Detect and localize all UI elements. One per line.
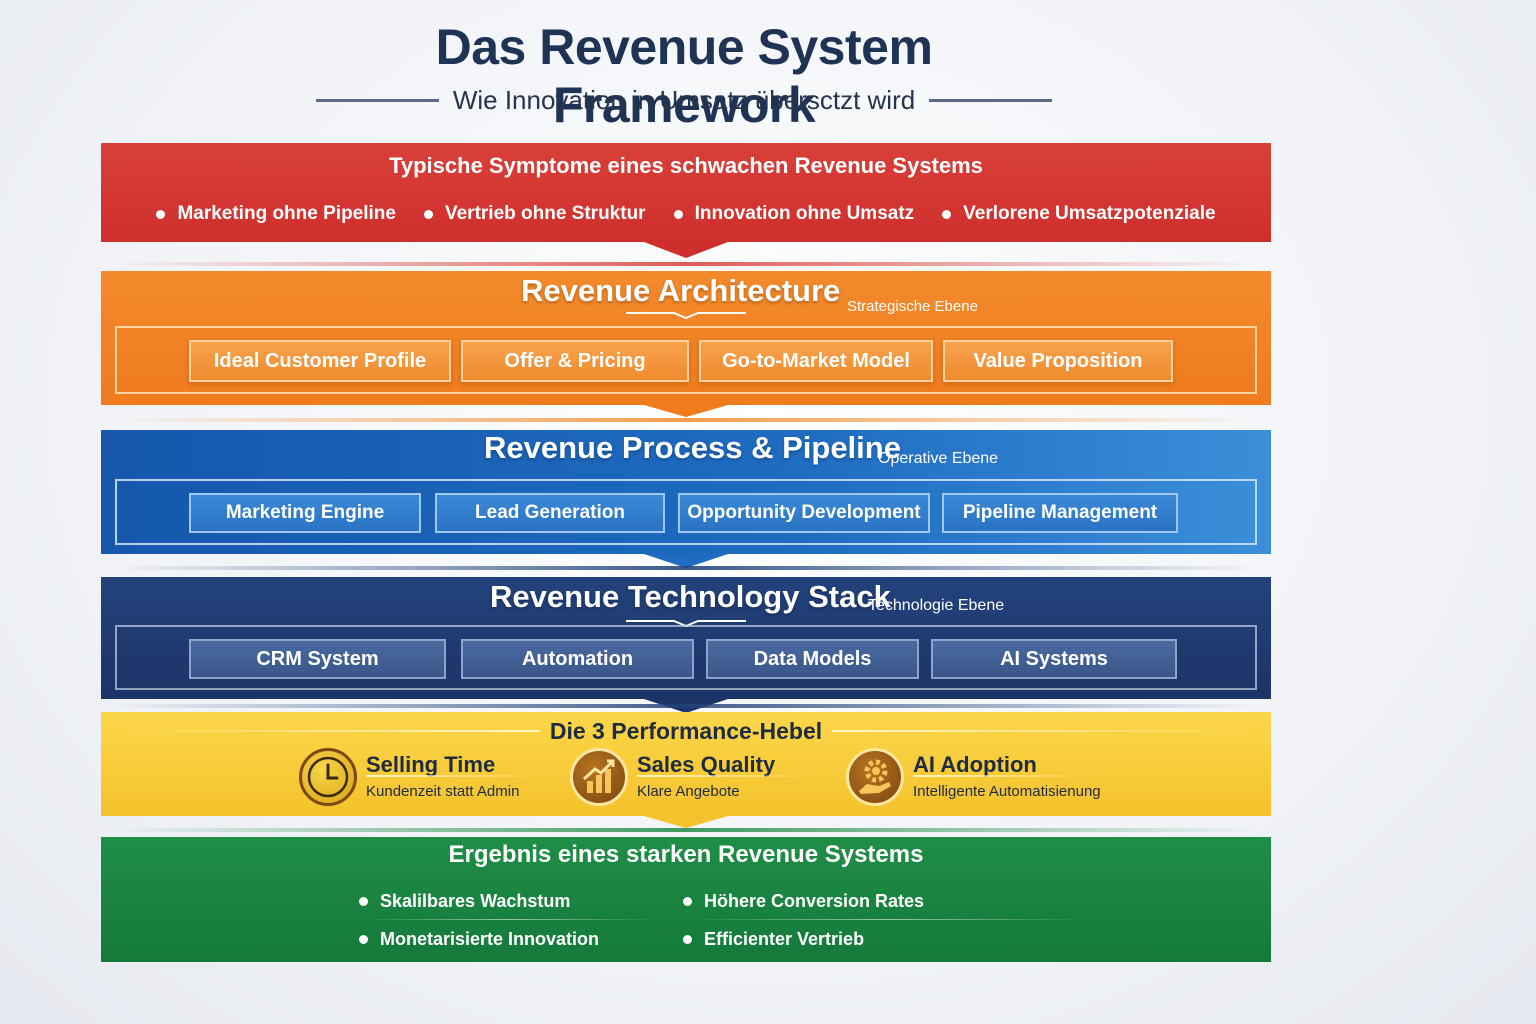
technology-chip: Automation [461, 639, 694, 679]
process-title: Revenue Process & Pipeline [484, 430, 901, 465]
lever-rule [637, 775, 817, 777]
symptom-label: Vertrieb ohne Struktur [444, 203, 646, 224]
result-item: Skalilbares Wachstum [359, 891, 570, 912]
result-label: Skalilbares Wachstum [380, 891, 571, 911]
divider [115, 566, 1257, 570]
result-item: Monetarisierte Innovation [359, 929, 599, 950]
process-band: Revenue Process & Pipeline Operative Ebe… [101, 430, 1271, 568]
down-arrow-icon [644, 242, 728, 258]
bullet-icon [423, 209, 433, 219]
chevron-down-icon [626, 312, 746, 319]
down-arrow-icon [644, 405, 728, 417]
architecture-chip: Ideal Customer Profile [189, 340, 451, 382]
symptom-label: Marketing ohne Pipeline [177, 203, 396, 224]
chart-growth-icon [570, 748, 628, 806]
lever-desc: Klare Angebote [637, 783, 740, 800]
divider [683, 919, 1093, 920]
bullet-icon [359, 897, 368, 906]
symptoms-band: Typische Symptome eines schwachen Revenu… [101, 143, 1271, 258]
symptom-item: Vertrieb ohne Struktur [423, 203, 646, 225]
technology-title: Revenue Technology Stack [490, 579, 891, 614]
architecture-title: Revenue Architecture [521, 273, 841, 308]
architecture-chip: Offer & Pricing [461, 340, 689, 382]
process-chip: Pipeline Management [942, 493, 1178, 533]
lever-desc: Kundenzeit statt Admin [366, 783, 520, 800]
symptoms-list: Marketing ohne Pipeline Vertrieb ohne St… [101, 203, 1271, 225]
lever-ai-adoption: AI Adoption Intelligente Automatisienung [846, 748, 1146, 808]
gear-hand-icon [846, 748, 904, 806]
result-label: Efficienter Vertrieb [704, 929, 865, 949]
technology-chip: CRM System [189, 639, 446, 679]
symptoms-title: Typische Symptome eines schwachen Revenu… [389, 153, 983, 178]
divider [115, 262, 1257, 266]
architecture-tag: Strategische Ebene [847, 298, 978, 315]
performance-title: Die 3 Performance-Hebel [549, 717, 823, 744]
process-chip: Marketing Engine [189, 493, 421, 533]
architecture-chip: Go-to-Market Model [699, 340, 933, 382]
process-tag: Operative Ebene [878, 450, 999, 467]
symptom-item: Innovation ohne Umsatz [673, 203, 915, 225]
divider [115, 828, 1257, 832]
bullet-icon [359, 935, 368, 944]
architecture-frame: Ideal Customer Profile Offer & Pricing G… [115, 326, 1257, 394]
bullet-icon [683, 935, 692, 944]
performance-title-row: Die 3 Performance-Hebel [111, 716, 1261, 746]
performance-band: Die 3 Performance-Hebel Selling Time Kun… [101, 712, 1271, 828]
lever-rule [913, 775, 1093, 777]
lever-selling-time: Selling Time Kundenzeit statt Admin [299, 748, 559, 808]
symptom-item: Verlorene Umsatzpotenziale [942, 203, 1216, 225]
symptom-label: Innovation ohne Umsatz [694, 203, 915, 224]
technology-band: Revenue Technology Stack Technologie Ebe… [101, 577, 1271, 713]
bullet-icon [156, 209, 166, 219]
result-label: Höhere Conversion Rates [704, 891, 925, 911]
bullet-icon [942, 209, 952, 219]
technology-tag: Technologie Ebene [868, 597, 1005, 614]
process-frame: Marketing Engine Lead Generation Opportu… [115, 479, 1257, 545]
subtitle-rule-right [929, 98, 1053, 102]
divider [115, 418, 1257, 422]
subtitle-row: Wie Innovation in Umsatz übersctzt wird [316, 80, 1053, 120]
divider [359, 919, 659, 920]
subtitle-rule-left [316, 98, 439, 102]
result-band: Ergebnis eines starken Revenue Systems S… [101, 837, 1271, 962]
title-rule-right [832, 730, 1261, 732]
symptom-item: Marketing ohne Pipeline [156, 203, 396, 225]
technology-frame: CRM System Automation Data Models AI Sys… [115, 625, 1257, 690]
clock-icon [299, 748, 357, 806]
architecture-chip: Value Proposition [943, 340, 1173, 382]
lever-desc: Intelligente Automatisienung [913, 783, 1101, 800]
process-chip: Opportunity Development [678, 493, 930, 533]
bullet-icon [673, 209, 683, 219]
technology-chip: AI Systems [931, 639, 1177, 679]
process-chip: Lead Generation [435, 493, 665, 533]
lever-rule [366, 775, 546, 777]
symptom-label: Verlorene Umsatzpotenziale [963, 203, 1216, 224]
result-title: Ergebnis eines starken Revenue Systems [448, 841, 924, 868]
bullet-icon [683, 897, 692, 906]
result-label: Monetarisierte Innovation [380, 929, 600, 949]
result-item: Höhere Conversion Rates [683, 891, 924, 912]
page-subtitle: Wie Innovation in Umsatz übersctzt wird [452, 84, 916, 115]
down-arrow-icon [644, 816, 728, 828]
title-rule-left [111, 730, 540, 732]
lever-sales-quality: Sales Quality Klare Angebote [570, 748, 830, 808]
technology-chip: Data Models [706, 639, 919, 679]
result-item: Efficienter Vertrieb [683, 929, 864, 950]
architecture-band: Revenue Architecture Strategische Ebene … [101, 271, 1271, 417]
divider [115, 704, 1257, 708]
